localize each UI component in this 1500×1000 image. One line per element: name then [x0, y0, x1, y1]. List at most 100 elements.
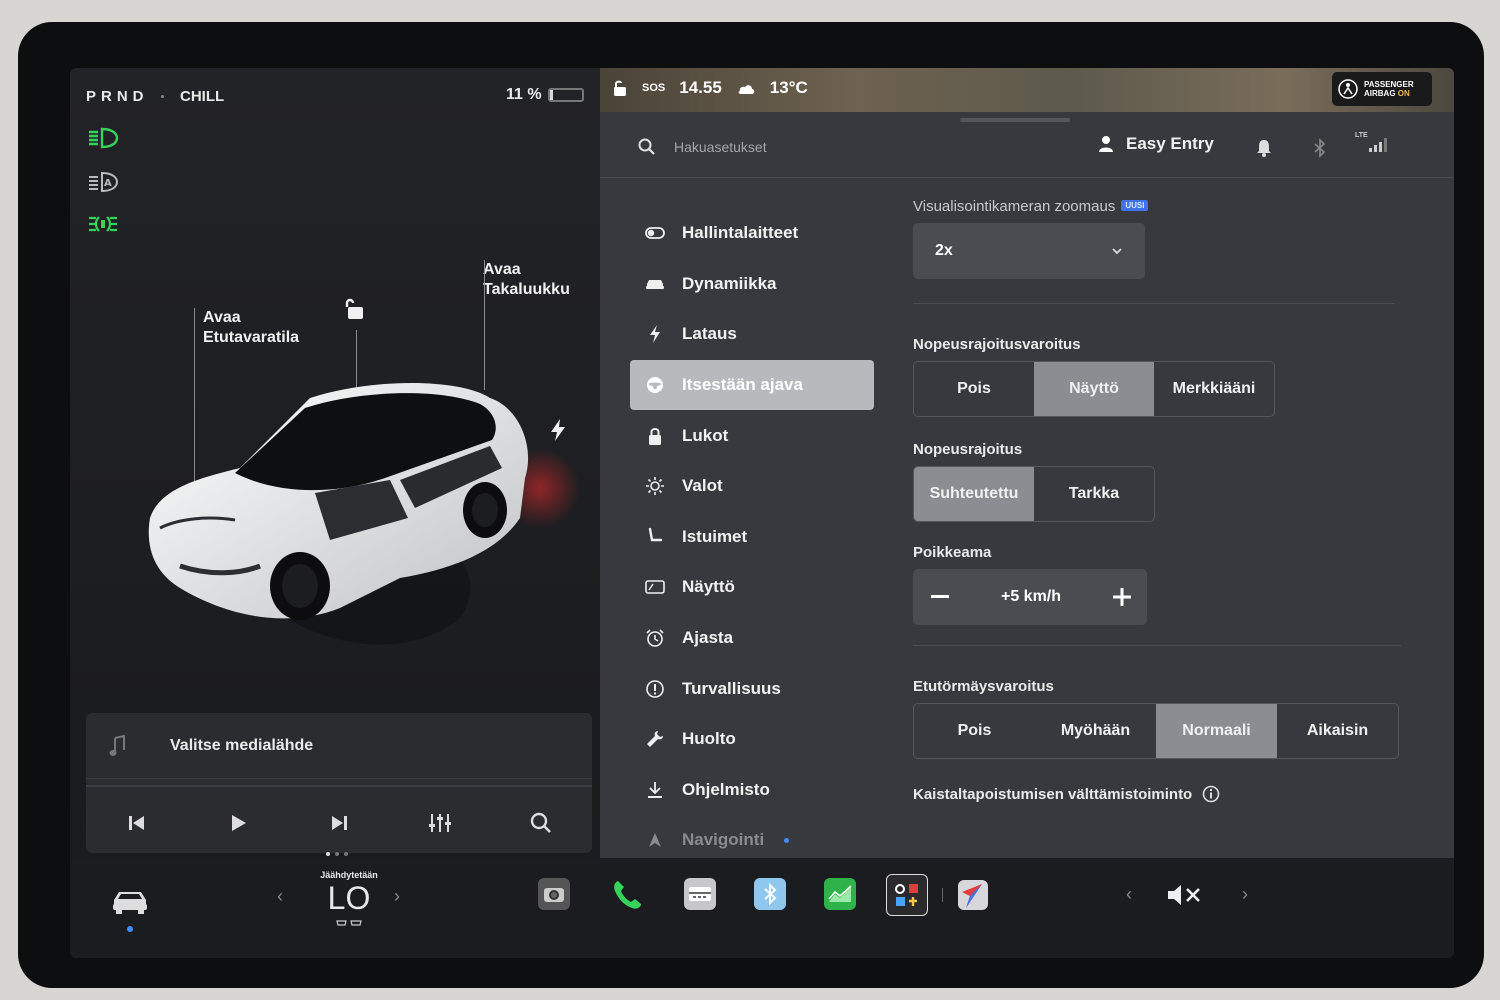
nav-item-5[interactable]: Valot	[630, 461, 874, 512]
info-circle-icon	[644, 678, 666, 700]
fcw-option-1[interactable]: Myöhään	[1035, 704, 1156, 758]
nav-item-label: Näyttö	[682, 577, 735, 597]
touchscreen: PRND CHILL 11 % A Avaa Takaluukku Avaa E…	[70, 68, 1454, 958]
nav-item-2[interactable]: Lataus	[630, 309, 874, 360]
nav-item-6[interactable]: Istuimet	[630, 512, 874, 563]
charge-port-icon[interactable]	[548, 418, 568, 442]
auto-high-beam-icon: A	[89, 171, 119, 193]
search-placeholder: Hakuasetukset	[674, 139, 767, 155]
info-icon[interactable]	[1202, 785, 1220, 803]
climate-control[interactable]: Jäähdytetään LO	[304, 870, 394, 934]
driver-profile[interactable]: Easy Entry	[1098, 134, 1214, 154]
nav-item-label: Itsestään ajava	[682, 375, 803, 395]
nav-item-label: Ajasta	[682, 628, 734, 648]
nav-item-7[interactable]: Näyttö	[630, 562, 874, 613]
trunk-label-line2: Takaluukku	[483, 281, 570, 298]
zoom-dropdown[interactable]: 2x	[913, 223, 1145, 279]
next-track-icon[interactable]	[319, 803, 359, 843]
navigation-app-button[interactable]	[956, 878, 990, 912]
lte-signal-indicator: LTE	[1355, 132, 1389, 156]
bell-icon[interactable]	[1254, 138, 1274, 158]
gear-indicator[interactable]: PRND	[86, 88, 149, 105]
media-source-row[interactable]: Valitse medialähde	[86, 713, 592, 779]
lane-departure-section: Kaistaltapoistumisen välttämistoiminto	[913, 785, 1413, 803]
nav-item-11[interactable]: Ohjelmisto	[630, 765, 874, 816]
energy-app-button[interactable]	[824, 878, 856, 910]
toybox-app-button[interactable]	[886, 874, 928, 916]
offset-value: +5 km/h	[1000, 588, 1062, 605]
play-icon[interactable]	[218, 803, 258, 843]
nav-item-3[interactable]: Itsestään ajava	[630, 359, 874, 411]
battery-indicator: 11 %	[506, 86, 584, 104]
fcw-option-2[interactable]: Normaali	[1156, 704, 1277, 758]
speed-warning-option-0[interactable]: Pois	[914, 362, 1034, 416]
speed-warning-option-1[interactable]: Näyttö	[1034, 362, 1154, 416]
frunk-label-line1: Avaa	[203, 309, 241, 326]
seat-icon	[644, 526, 666, 548]
bluetooth-app-button[interactable]	[754, 878, 786, 910]
speed-limit-selector: Suhteutettu Tarkka	[913, 466, 1155, 522]
phone-app-button[interactable]	[610, 878, 644, 912]
nav-item-8[interactable]: Ajasta	[630, 613, 874, 664]
nav-item-1[interactable]: Dynamiikka	[630, 259, 874, 310]
decrease-button[interactable]	[927, 584, 953, 610]
volume-mute-button[interactable]	[1166, 882, 1202, 908]
airbag-icon	[1338, 79, 1358, 99]
dock-separator	[942, 888, 943, 902]
clock: 14.55	[679, 78, 722, 97]
zoom-section-label: Visualisointikameran zoomaus UUSI	[913, 198, 1413, 215]
zoom-value: 2x	[935, 242, 953, 259]
airbag-line1: PASSENGER	[1364, 80, 1414, 89]
fog-light-icon	[89, 216, 117, 232]
alarm-clock-icon	[644, 627, 666, 649]
sos-label[interactable]: SOS	[642, 82, 665, 94]
previous-track-icon[interactable]	[117, 803, 157, 843]
fcw-option-3[interactable]: Aikaisin	[1277, 704, 1398, 758]
equalizer-icon[interactable]	[420, 803, 460, 843]
media-search-icon[interactable]	[521, 803, 561, 843]
drag-handle[interactable]	[960, 118, 1070, 122]
section-divider-2	[913, 645, 1401, 646]
nav-item-label: Turvallisuus	[682, 678, 781, 698]
volume-right-chevron[interactable]: ›	[1242, 884, 1248, 905]
energy-chart-icon	[824, 878, 856, 910]
camera-icon	[538, 878, 570, 910]
trunk-open-label[interactable]: Avaa Takaluukku	[483, 260, 570, 300]
separator-dot	[161, 95, 164, 98]
frunk-open-label[interactable]: Avaa Etutavaratila	[203, 308, 299, 348]
volume-left-chevron[interactable]: ‹	[1126, 884, 1132, 905]
nav-item-label: Lukot	[682, 425, 729, 445]
phone-icon	[614, 881, 641, 909]
camera-app-button[interactable]	[538, 878, 570, 910]
speed-limit-label: Nopeusrajoitus	[913, 441, 1023, 458]
car-controls-button[interactable]	[110, 886, 150, 932]
increase-button[interactable]	[1109, 584, 1135, 610]
settings-panel: SOS 14.55 13°C PASSENGER AIRBAG ON Hakuas…	[600, 68, 1454, 858]
map-strip[interactable]: SOS 14.55 13°C PASSENGER AIRBAG ON	[600, 68, 1454, 112]
battery-fill	[549, 90, 554, 100]
speed-warning-option-2[interactable]: Merkkiääni	[1154, 362, 1274, 416]
nav-item-9[interactable]: Turvallisuus	[630, 663, 874, 714]
unlock-status-icon[interactable]	[612, 79, 628, 97]
climate-increase-chevron[interactable]: ›	[394, 886, 400, 907]
bluetooth-icon[interactable]	[1310, 138, 1330, 158]
nav-item-10[interactable]: Huolto	[630, 714, 874, 765]
calendar-icon	[684, 878, 716, 910]
settings-search[interactable]: Hakuasetukset	[638, 138, 767, 156]
speed-limit-option-1[interactable]: Tarkka	[1034, 467, 1154, 521]
nav-item-0[interactable]: Hallintalaitteet	[630, 208, 874, 259]
media-controls	[86, 793, 592, 853]
sun-icon	[644, 475, 666, 497]
car-3d-model[interactable]	[140, 368, 580, 708]
unlock-icon[interactable]	[342, 296, 368, 322]
battery-icon	[547, 88, 584, 102]
nav-item-4[interactable]: Lukot	[630, 410, 874, 461]
lock-icon	[644, 425, 666, 447]
person-icon	[1099, 136, 1113, 152]
calendar-app-button[interactable]	[684, 878, 716, 910]
speed-limit-option-0[interactable]: Suhteutettu	[914, 467, 1034, 521]
nav-item-label: Dynamiikka	[682, 273, 777, 293]
bottom-dock: ‹ Jäähdytetään LO › ‹ ›	[70, 858, 1454, 958]
fcw-option-0[interactable]: Pois	[914, 704, 1035, 758]
climate-decrease-chevron[interactable]: ‹	[277, 886, 283, 907]
